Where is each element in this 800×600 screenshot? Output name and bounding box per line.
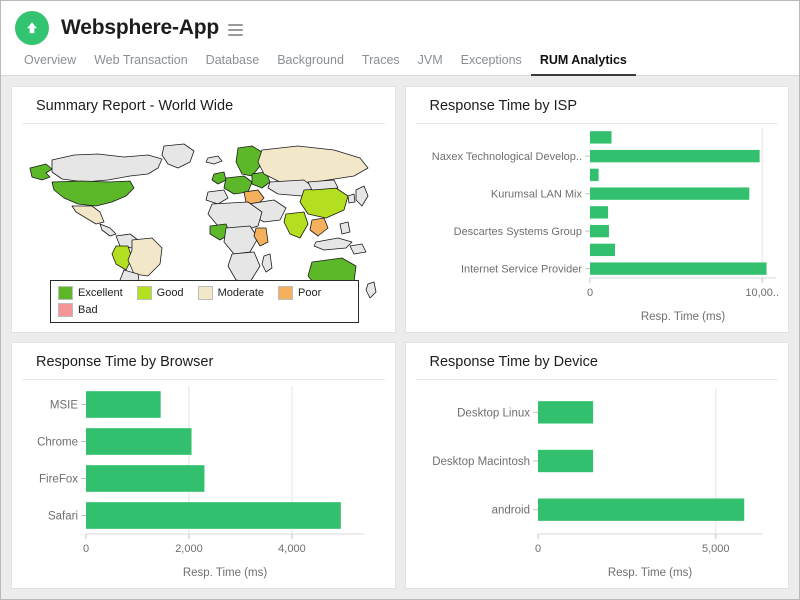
svg-text:Resp. Time (ms): Resp. Time (ms) xyxy=(183,567,268,579)
chart-browser[interactable]: MSIE Chrome FireFox Safari 0 2,000 4,000 Resp. … xyxy=(12,380,395,588)
world-map[interactable]: Excellent Good Moderate Poor xyxy=(12,124,395,332)
legend-item-good: Good xyxy=(137,286,184,300)
svg-text:4,000: 4,000 xyxy=(278,543,306,555)
tab-background[interactable]: Background xyxy=(268,51,353,76)
panel-body-browser: MSIE Chrome FireFox Safari 0 2,000 4,000 Resp. … xyxy=(12,380,395,588)
app-window: Websphere-App Overview Web Transaction D… xyxy=(0,0,800,600)
legend-item-excellent: Excellent xyxy=(58,286,123,300)
svg-text:Desktop Linux: Desktop Linux xyxy=(457,407,530,419)
svg-text:Safari: Safari xyxy=(48,511,78,523)
panel-title-map: Summary Report - World Wide xyxy=(22,87,385,124)
svg-text:Desktop Macintosh: Desktop Macintosh xyxy=(432,456,530,468)
panel-summary-report-world-wide: Summary Report - World Wide Excellent Go… xyxy=(11,86,396,333)
tab-jvm[interactable]: JVM xyxy=(409,51,452,76)
chart-isp[interactable]: Naxex Technological Develop.. Kurumsal LA… xyxy=(406,124,789,332)
svg-text:Naxex Technological Develop..: Naxex Technological Develop.. xyxy=(431,151,581,163)
panel-body-device: Desktop Linux Desktop Macintosh android 0 5,… xyxy=(406,380,789,588)
panel-response-time-by-browser: Response Time by Browser MSIE Chrome FireF… xyxy=(11,342,396,589)
svg-text:Internet Service Provider: Internet Service Provider xyxy=(460,264,581,276)
legend-label-good: Good xyxy=(157,287,184,299)
panel-body-isp: Naxex Technological Develop.. Kurumsal LA… xyxy=(406,124,789,332)
legend-label-excellent: Excellent xyxy=(78,287,123,299)
legend-swatch-good xyxy=(137,286,152,300)
legend-swatch-bad xyxy=(58,303,73,317)
chart-device[interactable]: Desktop Linux Desktop Macintosh android 0 5,… xyxy=(406,380,789,588)
tab-web-transaction[interactable]: Web Transaction xyxy=(85,51,197,76)
svg-text:Kurumsal LAN Mix: Kurumsal LAN Mix xyxy=(490,189,582,201)
dashboard-grid: Summary Report - World Wide Excellent Go… xyxy=(1,76,799,599)
svg-text:android: android xyxy=(491,505,529,517)
legend-swatch-poor xyxy=(278,286,293,300)
svg-text:0: 0 xyxy=(586,287,592,299)
svg-text:FireFox: FireFox xyxy=(39,474,78,486)
panel-response-time-by-device: Response Time by Device Desktop LinuxDes… xyxy=(405,342,790,589)
up-arrow-circle-icon xyxy=(15,11,49,45)
svg-text:2,000: 2,000 xyxy=(175,543,203,555)
tab-database[interactable]: Database xyxy=(197,51,269,76)
svg-text:10,00..: 10,00.. xyxy=(745,287,779,299)
app-header: Websphere-App Overview Web Transaction D… xyxy=(1,1,799,76)
svg-text:Descartes Systems Group: Descartes Systems Group xyxy=(453,226,581,238)
legend-item-bad: Bad xyxy=(58,303,98,317)
svg-text:0: 0 xyxy=(534,543,540,555)
legend-swatch-moderate xyxy=(198,286,213,300)
tab-rum-analytics[interactable]: RUM Analytics xyxy=(531,51,636,76)
panel-response-time-by-isp: Response Time by ISP Naxex Technological… xyxy=(405,86,790,333)
brand-row: Websphere-App xyxy=(1,9,799,51)
tab-overview[interactable]: Overview xyxy=(15,51,85,76)
svg-text:Chrome: Chrome xyxy=(37,437,78,449)
legend-item-poor: Poor xyxy=(278,286,321,300)
legend-item-moderate: Moderate xyxy=(198,286,264,300)
tab-traces[interactable]: Traces xyxy=(353,51,409,76)
panel-title-browser: Response Time by Browser xyxy=(22,343,385,380)
panel-body-map: Excellent Good Moderate Poor xyxy=(12,124,395,332)
legend-swatch-excellent xyxy=(58,286,73,300)
svg-text:Resp. Time (ms): Resp. Time (ms) xyxy=(640,311,725,323)
panel-title-device: Response Time by Device xyxy=(416,343,779,380)
svg-text:MSIE: MSIE xyxy=(50,400,78,412)
main-nav-tabs: Overview Web Transaction Database Backgr… xyxy=(1,51,799,76)
legend-label-poor: Poor xyxy=(298,287,321,299)
hamburger-icon[interactable] xyxy=(228,21,243,36)
svg-text:5,000: 5,000 xyxy=(702,543,730,555)
panel-title-isp: Response Time by ISP xyxy=(416,87,779,124)
legend-label-moderate: Moderate xyxy=(218,287,264,299)
svg-text:Resp. Time (ms): Resp. Time (ms) xyxy=(607,567,692,579)
tab-exceptions[interactable]: Exceptions xyxy=(452,51,531,76)
page-title: Websphere-App xyxy=(61,16,219,40)
map-legend: Excellent Good Moderate Poor xyxy=(50,280,359,323)
legend-label-bad: Bad xyxy=(78,304,98,316)
svg-text:0: 0 xyxy=(83,543,89,555)
